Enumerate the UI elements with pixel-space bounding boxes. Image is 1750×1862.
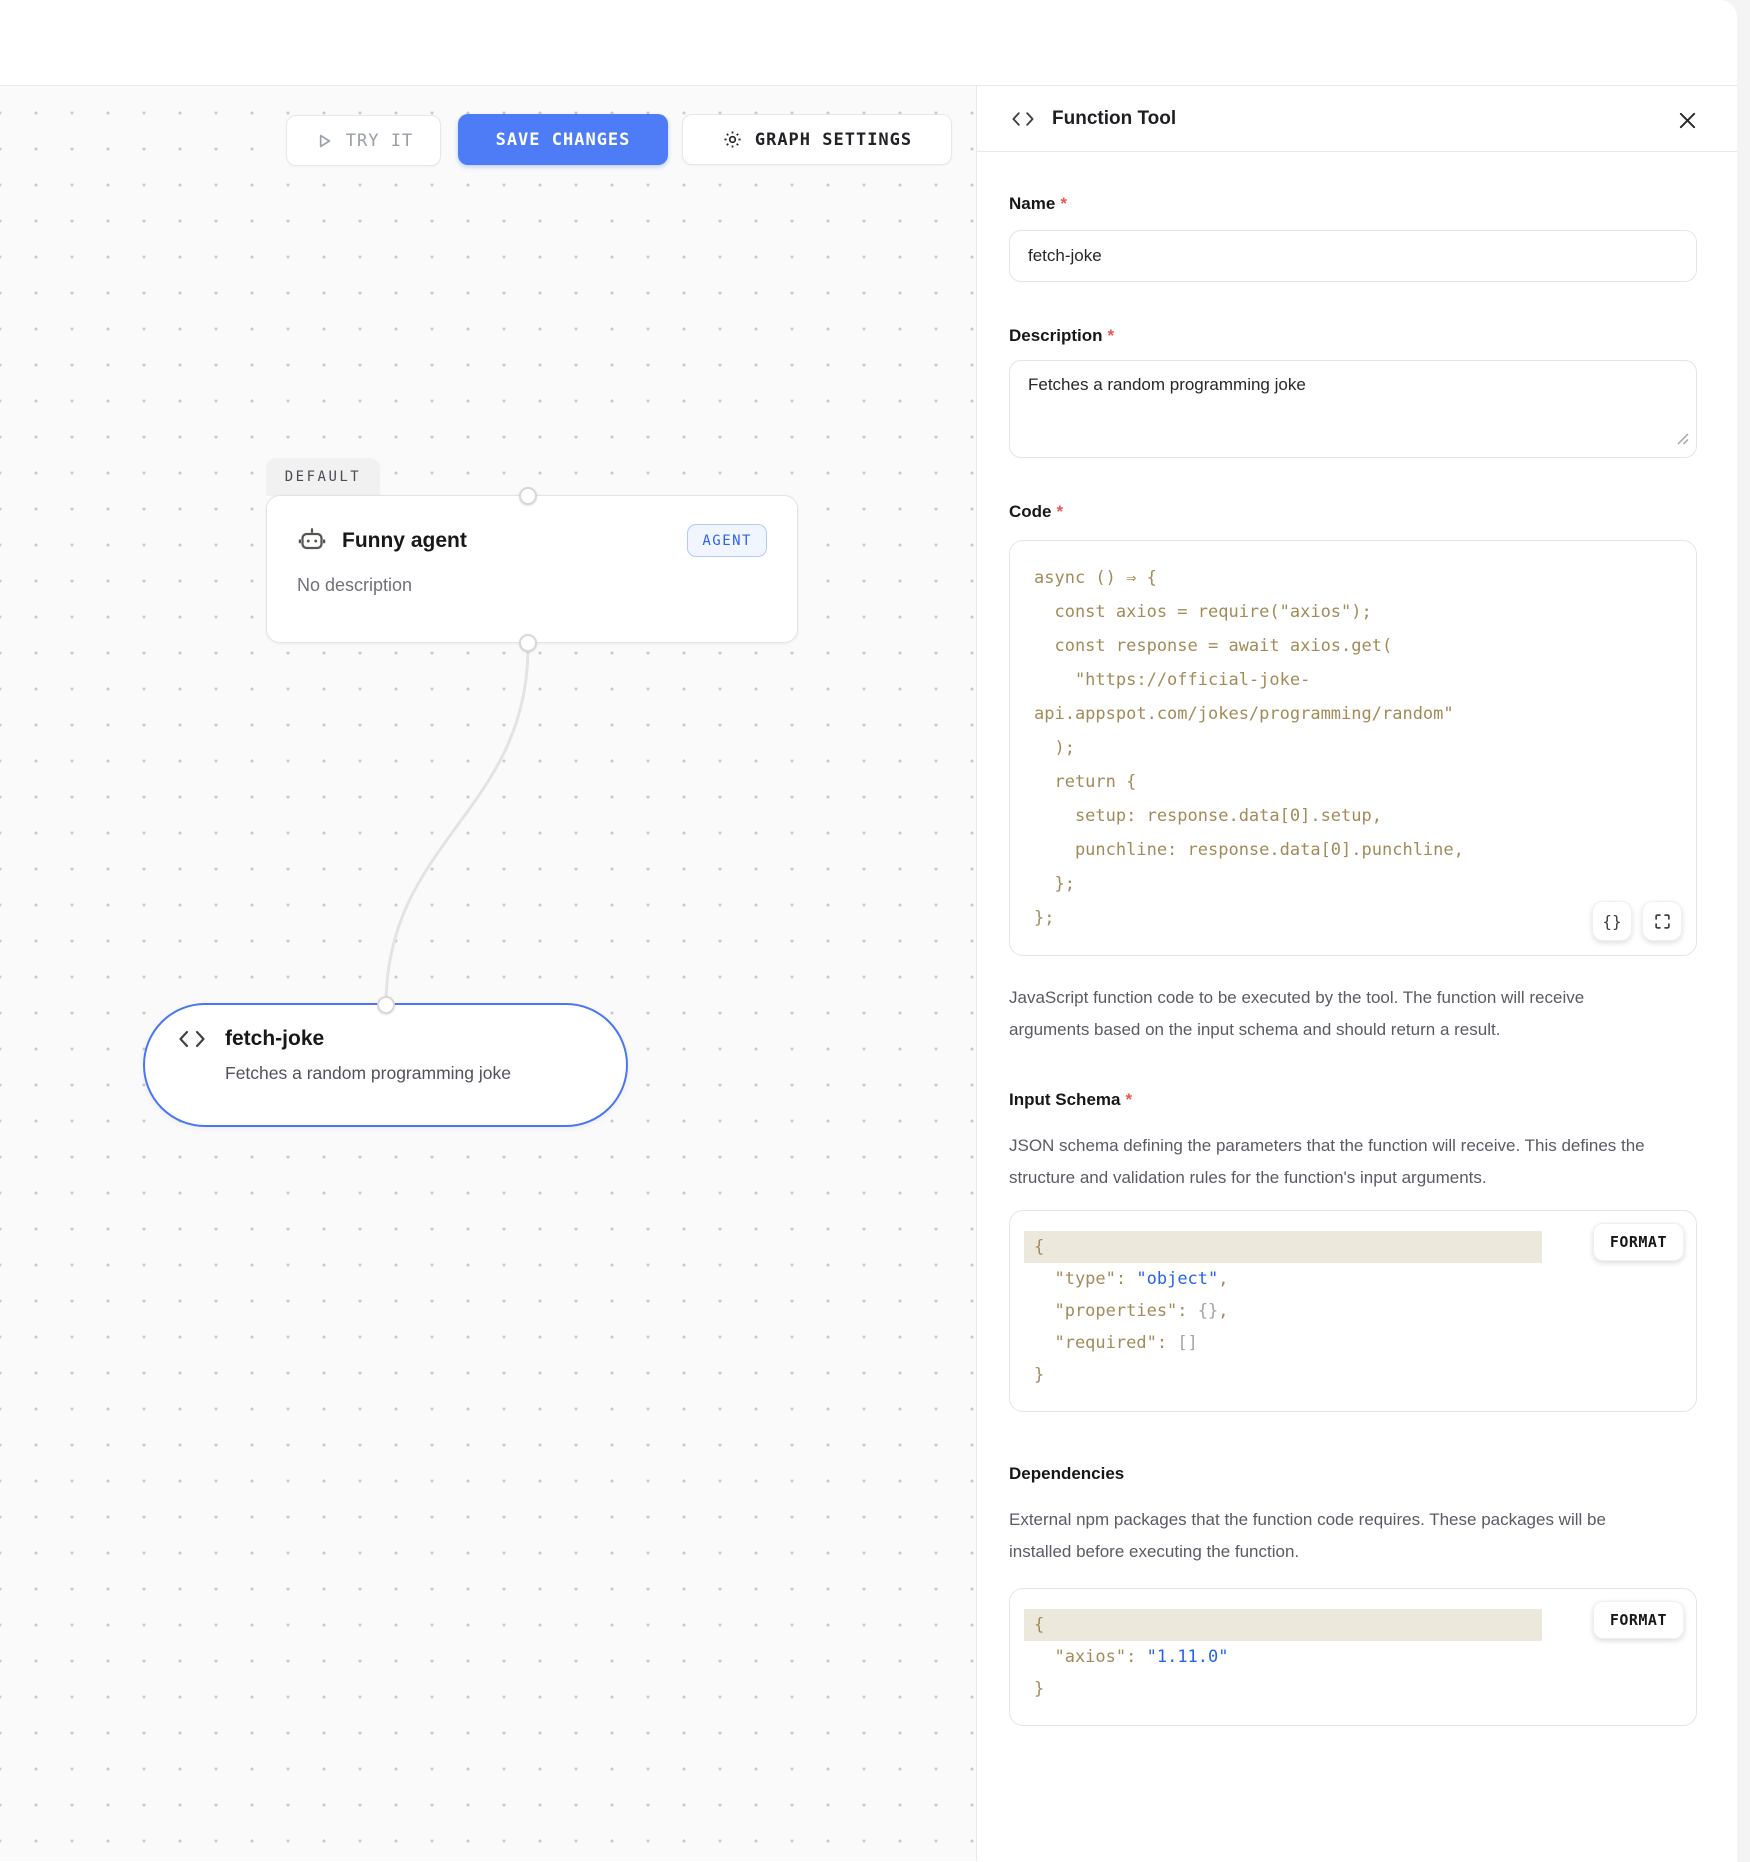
code-line: } bbox=[1024, 1673, 1682, 1705]
try-it-button[interactable]: TRY IT bbox=[286, 115, 441, 166]
function-tool-panel: Function Tool Name* Description* Fetches… bbox=[977, 86, 1737, 1861]
agent-node-title: Funny agent bbox=[342, 529, 467, 553]
robot-icon bbox=[297, 526, 327, 556]
tool-node-description: Fetches a random programming joke bbox=[225, 1063, 596, 1084]
try-it-label: TRY IT bbox=[346, 131, 413, 151]
description-textarea[interactable]: Fetches a random programming joke bbox=[1009, 360, 1697, 458]
play-icon bbox=[314, 131, 334, 151]
code-line: "properties": {}, bbox=[1024, 1295, 1682, 1327]
required-marker: * bbox=[1108, 326, 1115, 345]
input-schema-label: Input Schema* bbox=[1009, 1090, 1697, 1110]
graph-settings-button[interactable]: GRAPH SETTINGS bbox=[682, 114, 952, 165]
code-line: } bbox=[1024, 1359, 1682, 1391]
panel-title: Function Tool bbox=[1052, 108, 1176, 130]
app-window: TRY IT SAVE CHANGES GRAPH SETTINGS DEFAU… bbox=[0, 0, 1737, 1862]
code-editor-lines: async () ⇒ { const axios = require("axio… bbox=[1010, 561, 1696, 935]
format-button[interactable]: FORMAT bbox=[1593, 1223, 1684, 1261]
expand-icon[interactable] bbox=[1642, 901, 1682, 941]
code-field-label: Code* bbox=[1009, 502, 1697, 522]
name-field-label: Name* bbox=[1009, 194, 1697, 214]
required-marker: * bbox=[1060, 194, 1067, 213]
code-line: const response = await axios.get( bbox=[1024, 629, 1682, 663]
group-tab-label: DEFAULT bbox=[285, 469, 362, 485]
agent-node-description: No description bbox=[297, 575, 767, 596]
name-input[interactable] bbox=[1009, 230, 1697, 282]
dependencies-help-text: External npm packages that the function … bbox=[1009, 1504, 1669, 1568]
node-connection-edge bbox=[0, 86, 977, 1861]
tool-node-fetch-joke[interactable]: fetch-joke Fetches a random programming … bbox=[143, 1003, 628, 1127]
description-field-label: Description* bbox=[1009, 326, 1697, 346]
code-icon bbox=[1009, 109, 1037, 129]
top-bar bbox=[0, 0, 1737, 86]
code-help-text: JavaScript function code to be executed … bbox=[1009, 982, 1669, 1046]
code-line: api.appspot.com/jokes/programming/random… bbox=[1024, 697, 1682, 731]
code-line: "axios": "1.11.0" bbox=[1024, 1641, 1682, 1673]
save-changes-label: SAVE CHANGES bbox=[496, 130, 631, 150]
close-icon[interactable] bbox=[1675, 108, 1699, 132]
agent-node-bottom-handle[interactable] bbox=[519, 634, 537, 652]
gear-icon bbox=[722, 129, 743, 150]
code-line: punchline: response.data[0].punchline, bbox=[1024, 833, 1682, 867]
tool-node-title: fetch-joke bbox=[225, 1027, 324, 1051]
format-button[interactable]: FORMAT bbox=[1593, 1601, 1684, 1639]
dependencies-label: Dependencies bbox=[1009, 1464, 1697, 1484]
braces-button[interactable]: {} bbox=[1592, 901, 1632, 941]
input-schema-help-text: JSON schema defining the parameters that… bbox=[1009, 1130, 1669, 1194]
code-line: { bbox=[1024, 1609, 1542, 1641]
graph-settings-label: GRAPH SETTINGS bbox=[755, 130, 912, 150]
code-line: const axios = require("axios"); bbox=[1024, 595, 1682, 629]
tool-node-top-handle[interactable] bbox=[377, 996, 395, 1014]
save-changes-button[interactable]: SAVE CHANGES bbox=[458, 114, 668, 165]
group-tab-default[interactable]: DEFAULT bbox=[266, 458, 380, 496]
required-marker: * bbox=[1125, 1090, 1132, 1109]
code-line: "required": [] bbox=[1024, 1327, 1682, 1359]
code-line: return { bbox=[1024, 765, 1682, 799]
code-line: "type": "object", bbox=[1024, 1263, 1682, 1295]
required-marker: * bbox=[1057, 502, 1064, 521]
code-icon bbox=[177, 1027, 207, 1051]
dependencies-editor[interactable]: { "axios": "1.11.0"} FORMAT bbox=[1009, 1588, 1697, 1726]
code-line: "https://official-joke- bbox=[1024, 663, 1682, 697]
input-schema-editor[interactable]: { "type": "object", "properties": {}, "r… bbox=[1009, 1210, 1697, 1412]
code-editor[interactable]: async () ⇒ { const axios = require("axio… bbox=[1009, 540, 1697, 956]
code-line: { bbox=[1024, 1231, 1542, 1263]
code-line: async () ⇒ { bbox=[1024, 561, 1682, 595]
graph-canvas[interactable]: TRY IT SAVE CHANGES GRAPH SETTINGS DEFAU… bbox=[0, 86, 977, 1861]
code-line: }; bbox=[1024, 867, 1682, 901]
agent-node[interactable]: Funny agent AGENT No description bbox=[266, 495, 798, 643]
agent-type-badge: AGENT bbox=[687, 524, 767, 557]
panel-header: Function Tool bbox=[977, 86, 1737, 152]
code-line: setup: response.data[0].setup, bbox=[1024, 799, 1682, 833]
code-line: }; bbox=[1024, 901, 1682, 935]
agent-node-top-handle[interactable] bbox=[519, 487, 537, 505]
resize-handle-icon[interactable] bbox=[1677, 432, 1689, 450]
code-line: ); bbox=[1024, 731, 1682, 765]
